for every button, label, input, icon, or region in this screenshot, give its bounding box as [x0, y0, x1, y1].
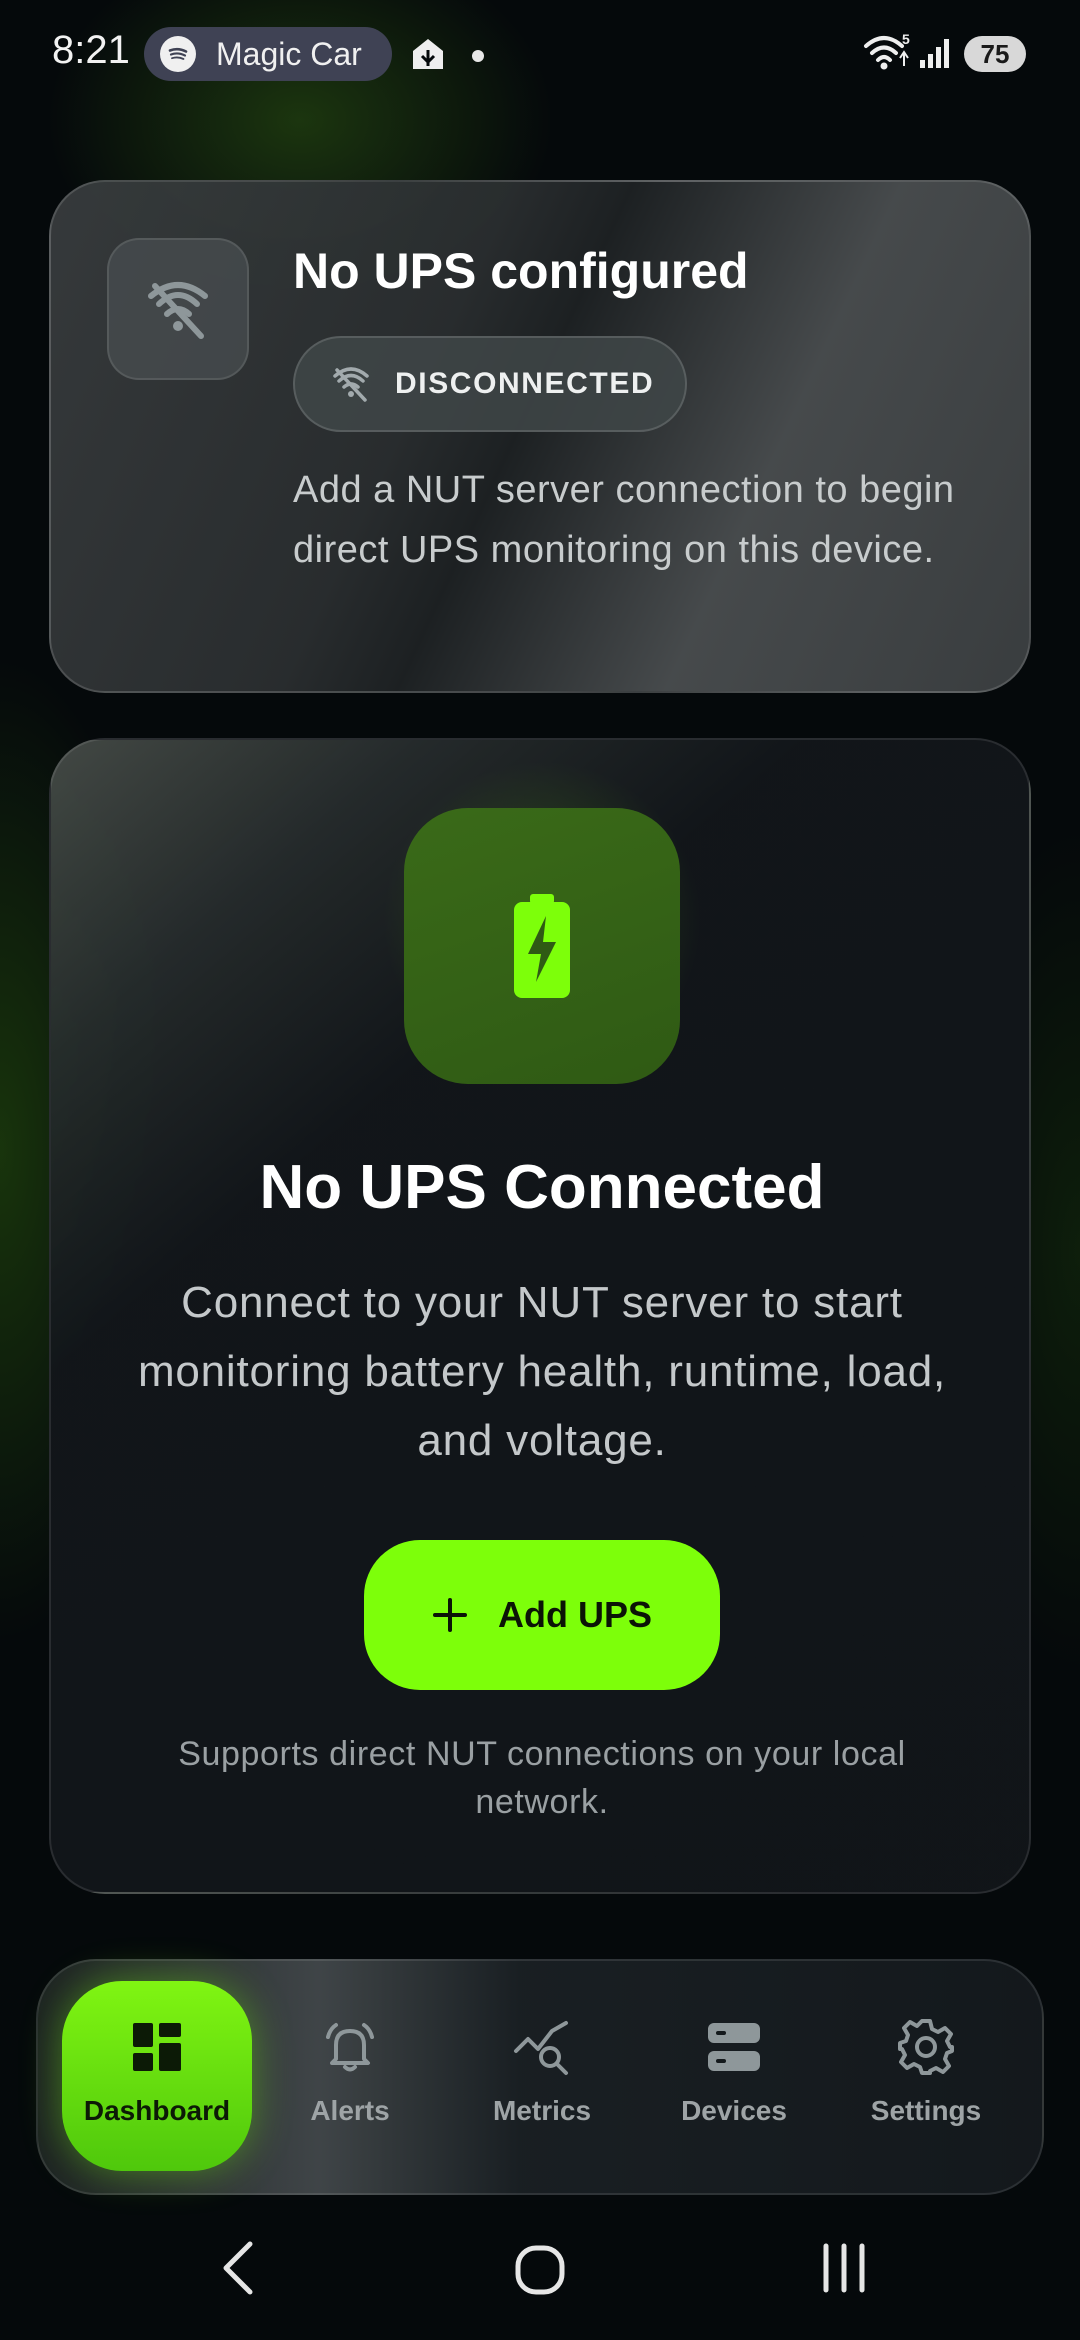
plus-icon	[432, 1598, 467, 1632]
empty-state-card: No UPS Connected Connect to your NUT ser…	[49, 738, 1031, 1894]
nav-label-alerts: Alerts	[310, 2095, 390, 2126]
nav-item-metrics[interactable]: Metrics	[447, 1981, 637, 2171]
dashboard-icon	[133, 2023, 181, 2071]
nav-label-devices: Devices	[681, 2095, 787, 2126]
nav-label-settings: Settings	[870, 2095, 982, 2126]
nav-label-metrics: Metrics	[492, 2095, 592, 2126]
config-title: No UPS configured	[293, 243, 749, 299]
ups-config-card[interactable]: No UPS configured DISCONNECTED Add a NUT…	[49, 180, 1031, 693]
battery-icon: 75	[964, 36, 1026, 72]
status-clock: 8:21	[52, 28, 130, 72]
disconnected-icon	[148, 282, 208, 339]
battery-charging-icon	[514, 894, 570, 998]
nav-label-dashboard: Dashboard	[83, 2095, 231, 2126]
notification-dot	[472, 50, 484, 62]
wifi-badge: 5	[902, 32, 910, 47]
chart-search-icon	[514, 2021, 568, 2075]
config-icon-box	[107, 238, 249, 380]
config-description: Add a NUT server connection to begin dir…	[293, 469, 955, 571]
bottom-nav: Dashboard Alerts Metrics Devices Setting…	[36, 1959, 1044, 2195]
empty-state-title: No UPS Connected	[259, 1153, 825, 1222]
recents-icon[interactable]	[818, 2242, 870, 2294]
nav-item-devices[interactable]: Devices	[639, 1981, 829, 2171]
signal-icon	[920, 39, 949, 68]
back-icon[interactable]	[218, 2240, 258, 2296]
bell-icon	[326, 2023, 374, 2072]
add-ups-label: Add UPS	[497, 1594, 652, 1635]
hero-icon-box	[404, 808, 680, 1084]
home-icon	[413, 39, 443, 69]
media-notification-pill[interactable]: Magic Car	[144, 27, 392, 81]
home-button-icon[interactable]	[514, 2244, 566, 2296]
connection-status-label: DISCONNECTED	[395, 367, 655, 400]
connection-status-badge: DISCONNECTED	[293, 336, 687, 432]
app-screen: 8:21 Magic Car 5 75 No UPS configured DI…	[0, 0, 1080, 2340]
spotify-icon	[160, 36, 196, 72]
add-ups-button[interactable]: Add UPS	[364, 1540, 720, 1690]
disconnected-chip-icon	[333, 367, 369, 402]
nav-item-dashboard[interactable]: Dashboard	[62, 1981, 252, 2171]
media-title: Magic Car	[216, 35, 362, 72]
server-icon	[708, 2023, 760, 2071]
nav-item-alerts[interactable]: Alerts	[255, 1981, 445, 2171]
status-bar: 8:21 Magic Car 5 75	[0, 0, 1080, 110]
empty-state-footnote: Supports direct NUT connections on your …	[178, 1735, 906, 1821]
nav-item-settings[interactable]: Settings	[831, 1981, 1021, 2171]
wifi-icon: 5	[864, 32, 910, 70]
gear-icon	[898, 2019, 954, 2075]
empty-state-description: Connect to your NUT server to start moni…	[137, 1278, 947, 1465]
